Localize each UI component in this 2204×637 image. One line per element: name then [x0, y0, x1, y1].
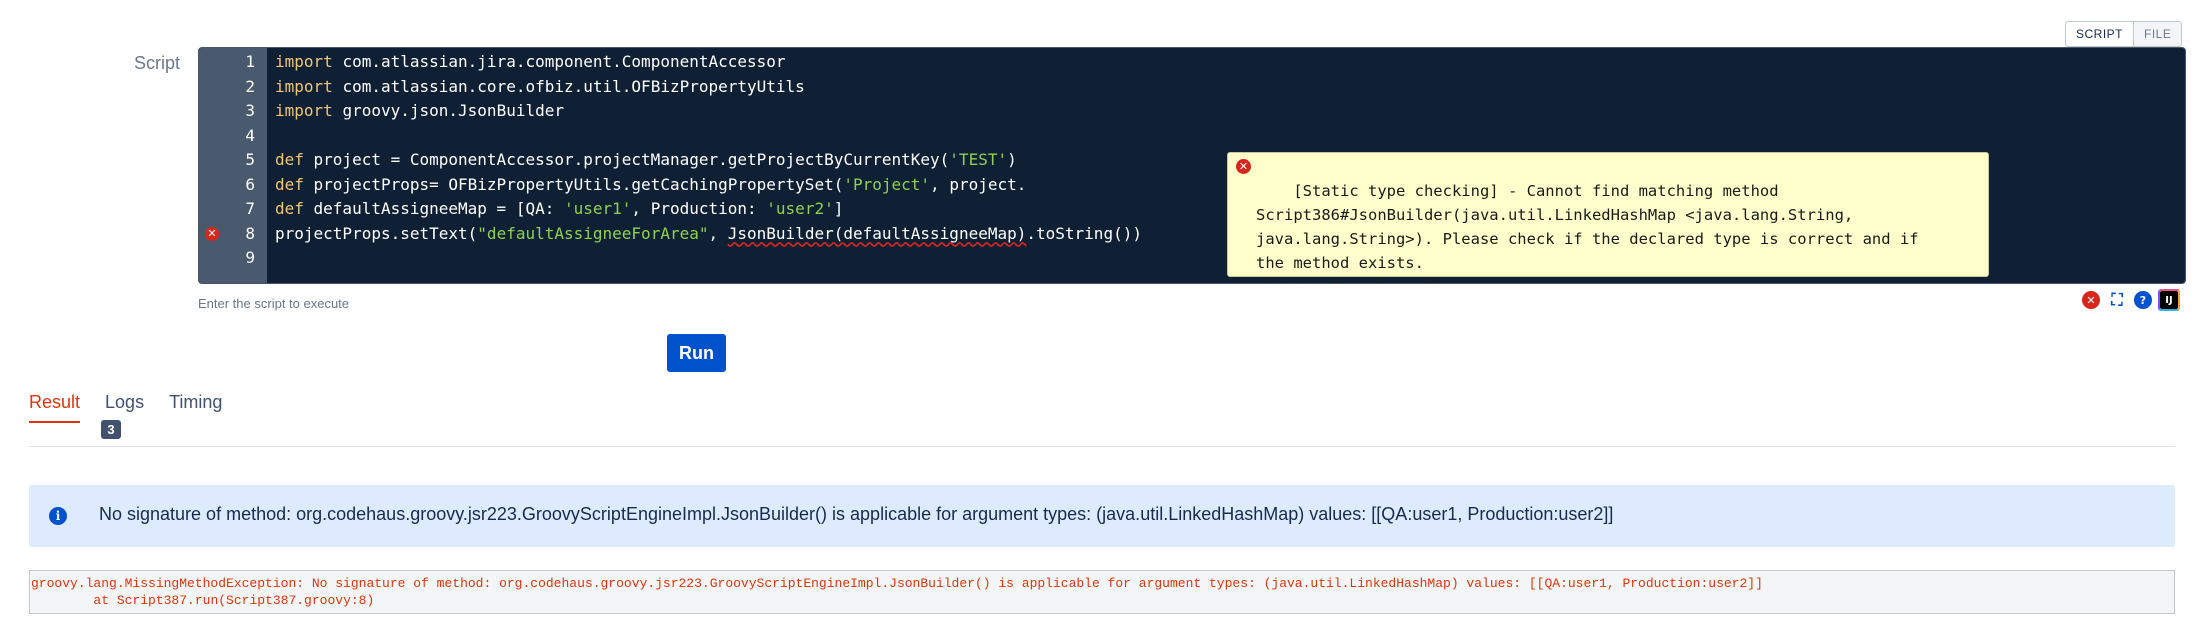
line-number: 5 — [245, 150, 255, 169]
info-icon: i — [49, 507, 67, 525]
mode-file-button[interactable]: FILE — [2134, 21, 2183, 47]
logs-count-badge: 3 — [101, 420, 121, 439]
code-text: import com.atlassian.jira.component.Comp… — [275, 52, 786, 71]
code-line: 1 import com.atlassian.jira.component.Com… — [199, 50, 2185, 75]
intellij-icon[interactable]: IJ — [2158, 289, 2180, 311]
editor-toolbar: ✕ ⛶ ? IJ — [2082, 289, 2180, 311]
code-text: def project = ComponentAccessor.projectM… — [275, 150, 1017, 169]
line-number: 9 — [245, 248, 255, 267]
tooltip-text: [Static type checking] - Cannot find mat… — [1256, 182, 1919, 283]
tabs-divider — [29, 446, 2175, 447]
tab-logs[interactable]: Logs — [105, 392, 144, 423]
script-label: Script — [133, 53, 180, 73]
code-text: def projectProps= OFBizPropertyUtils.get… — [275, 174, 1027, 194]
error-icon[interactable]: ✕ — [2082, 291, 2100, 309]
error-tooltip: ✕ [Static type checking] - Cannot find ma… — [1227, 152, 1989, 283]
line-number: 3 — [245, 101, 255, 120]
line-number: 4 — [245, 125, 255, 145]
help-icon[interactable]: ? — [2134, 291, 2152, 309]
code-text: import groovy.json.JsonBuilder — [275, 101, 564, 120]
code-line: 4 — [199, 124, 2185, 149]
run-button[interactable]: Run — [667, 334, 726, 372]
result-tabs: Result Logs Timing — [29, 392, 247, 423]
info-message: No signature of method: org.codehaus.gro… — [99, 504, 1614, 524]
mode-toggle: SCRIPT FILE — [2065, 21, 2183, 47]
mode-script-button[interactable]: SCRIPT — [2065, 21, 2135, 47]
tab-timing[interactable]: Timing — [169, 392, 222, 423]
stack-trace: groovy.lang.MissingMethodException: No s… — [29, 570, 2175, 614]
code-line: 3 import groovy.json.JsonBuilder — [199, 99, 2185, 124]
line-number: 7 — [245, 199, 255, 218]
fullscreen-icon[interactable]: ⛶ — [2108, 290, 2126, 309]
editor-hint: Enter the script to execute — [198, 296, 350, 311]
line-number: 6 — [245, 174, 255, 194]
line-number: 8 — [245, 223, 255, 243]
code-editor[interactable]: 1 import com.atlassian.jira.component.Com… — [198, 47, 2186, 284]
info-message-box: i No signature of method: org.codehaus.g… — [29, 485, 2175, 547]
tab-result[interactable]: Result — [29, 392, 81, 423]
error-icon: ✕ — [1236, 159, 1251, 174]
line-number: 1 — [245, 52, 255, 71]
code-text: def defaultAssigneeMap = [QA: 'user1', P… — [275, 199, 844, 218]
line-number: 2 — [245, 76, 255, 96]
code-line: 2 import com.atlassian.core.ofbiz.util.OF… — [199, 75, 2185, 100]
code-text: projectProps.setText("defaultAssigneeFor… — [275, 223, 1142, 243]
code-text: import com.atlassian.core.ofbiz.util.OFB… — [275, 76, 805, 96]
